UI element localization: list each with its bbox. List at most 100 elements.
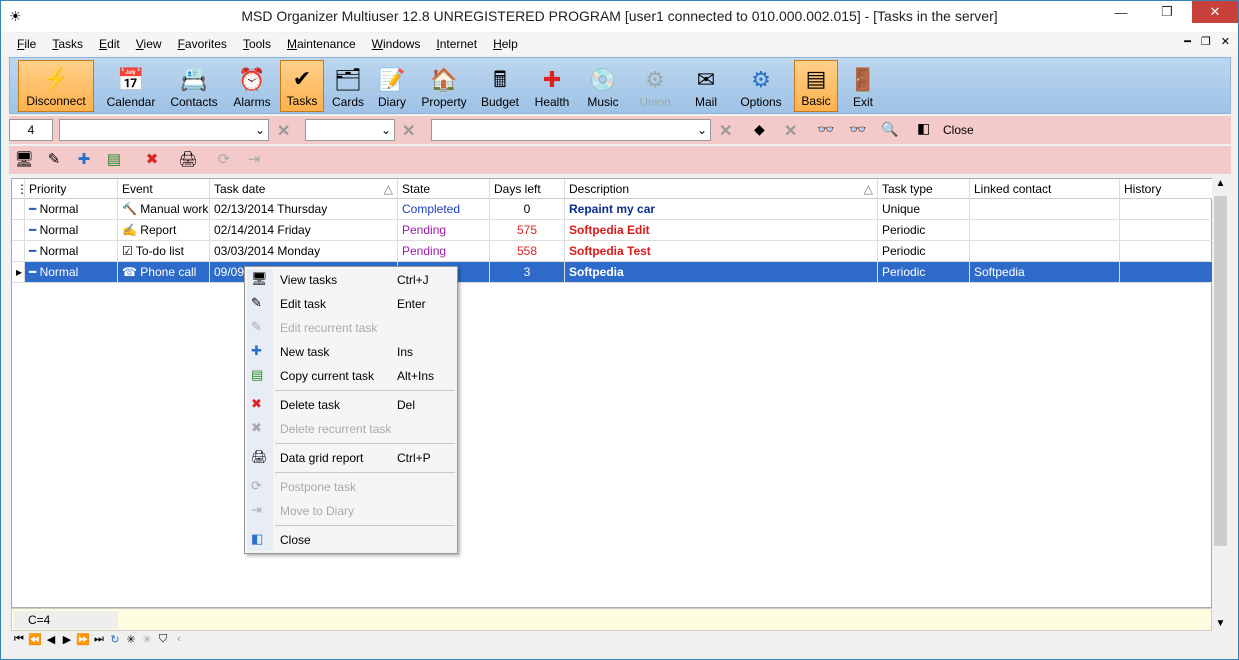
- toolbar-tasks[interactable]: ✔ Tasks: [280, 60, 324, 112]
- menu-item-copy-current-task[interactable]: ▤ Copy current task Alt+Ins: [247, 364, 455, 388]
- menu-item-move-to-diary[interactable]: ⇥ Move to Diary: [247, 499, 455, 523]
- description-cell: Softpedia Test: [565, 241, 878, 262]
- menu-item-close[interactable]: ◧ Close: [247, 528, 455, 552]
- menu-internet[interactable]: Internet: [428, 37, 485, 51]
- maximize-button[interactable]: ❐: [1144, 1, 1190, 23]
- menu-item-view-tasks[interactable]: 🖥 View tasks Ctrl+J: [247, 268, 455, 292]
- minimize-button[interactable]: —: [1098, 1, 1144, 23]
- event-cell: 🔨 Manual work: [118, 199, 210, 220]
- mdi-restore-icon[interactable]: ❐: [1201, 35, 1211, 48]
- column-header-task-date[interactable]: Task date △: [210, 179, 398, 199]
- toolbar-union[interactable]: ⚙ Union: [632, 60, 678, 112]
- clear-filter-3-icon[interactable]: ✕: [719, 121, 732, 141]
- column-header-state[interactable]: State: [398, 179, 490, 199]
- menu-item-delete-task[interactable]: ✖ Delete task Del: [247, 393, 455, 417]
- toolbar-contacts[interactable]: 📇 Contacts: [165, 60, 223, 112]
- toolbar-basic[interactable]: ▤ Basic: [794, 60, 838, 112]
- filter-combo-2[interactable]: ⌄: [305, 119, 395, 141]
- toolbar-disconnect[interactable]: ⚡ Disconnect: [18, 60, 94, 112]
- chevron-down-icon: ⌄: [380, 123, 391, 137]
- mdi-close-icon[interactable]: ✕: [1221, 35, 1230, 48]
- toolbar-mail[interactable]: ✉ Mail: [686, 60, 726, 112]
- prior-record-icon[interactable]: ◀: [43, 633, 59, 651]
- edit-task-icon[interactable]: ✎: [43, 150, 65, 170]
- menu-tasks[interactable]: Tasks: [44, 37, 91, 51]
- toolbar-music[interactable]: 💿 Music: [580, 60, 626, 112]
- menu-file[interactable]: File: [9, 37, 44, 51]
- context-menu: 🖥 View tasks Ctrl+J ✎ Edit task Enter ✎ Edit …: [244, 266, 458, 554]
- menu-edit[interactable]: Edit: [91, 37, 128, 51]
- toolbar-diary[interactable]: 📝 Diary: [372, 60, 412, 112]
- close-window-button[interactable]: ✕: [1192, 1, 1238, 23]
- prior-page-icon[interactable]: ⏪: [27, 633, 43, 651]
- new-task-icon[interactable]: ✚: [73, 150, 95, 170]
- scroll-thumb[interactable]: [1214, 196, 1227, 546]
- next-page-icon[interactable]: ⏩: [75, 633, 91, 651]
- scroll-left-icon[interactable]: ‹: [171, 633, 187, 651]
- clear-all-icon[interactable]: ✕: [784, 121, 797, 141]
- view-tasks-icon[interactable]: 🖥: [13, 150, 35, 170]
- event-cell: ☎ Phone call: [118, 262, 210, 283]
- report-icon: ✍: [122, 223, 137, 237]
- next-record-icon[interactable]: ▶: [59, 633, 75, 651]
- menu-item-data-grid-report[interactable]: 🖨 Data grid report Ctrl+P: [247, 446, 455, 470]
- first-record-icon[interactable]: ⏮: [11, 633, 27, 651]
- column-header-linked-contact[interactable]: Linked contact: [970, 179, 1120, 199]
- column-header-description[interactable]: Description △: [565, 179, 878, 199]
- filter-combo-1[interactable]: ⌄: [59, 119, 269, 141]
- menu-maintenance[interactable]: Maintenance: [279, 37, 364, 51]
- table-row-selected[interactable]: ▸ ━ Normal ☎ Phone call 09/09/ 3 Softped…: [12, 262, 1213, 283]
- toolbar-budget[interactable]: 🖩 Budget: [476, 60, 524, 112]
- toolbar-exit[interactable]: 🚪 Exit: [846, 60, 880, 112]
- printer-icon[interactable]: 🖨: [177, 150, 199, 170]
- column-header-priority[interactable]: Priority: [25, 179, 118, 199]
- toolbar-alarms[interactable]: ⏰ Alarms: [228, 60, 276, 112]
- insert-record-icon[interactable]: ✳: [123, 633, 139, 651]
- search-icon[interactable]: 🔍: [881, 121, 898, 138]
- binoculars-disabled-icon[interactable]: 👓: [849, 121, 866, 138]
- menu-item-delete-recurrent-task[interactable]: ✖ Delete recurrent task: [247, 417, 455, 441]
- linked-contact-cell: [970, 220, 1120, 241]
- column-header-history[interactable]: History: [1120, 179, 1213, 199]
- copy-task-icon[interactable]: ▤: [103, 150, 125, 170]
- toolbar-options[interactable]: ⚙ Options: [734, 60, 788, 112]
- column-header-event[interactable]: Event: [118, 179, 210, 199]
- clear-filter-2-icon[interactable]: ✕: [402, 121, 415, 141]
- scroll-up-icon[interactable]: ▲: [1212, 178, 1229, 189]
- column-header-task-type[interactable]: Task type: [878, 179, 970, 199]
- record-count-field[interactable]: 4: [9, 119, 53, 141]
- toolbar-health[interactable]: ✚ Health: [528, 60, 576, 112]
- add-record-icon[interactable]: ✳: [139, 633, 155, 651]
- scroll-down-icon[interactable]: ▼: [1212, 618, 1229, 629]
- menu-item-edit-recurrent-task[interactable]: ✎ Edit recurrent task: [247, 316, 455, 340]
- table-row[interactable]: ━ Normal 🔨 Manual work 02/13/2014 Thursd…: [12, 199, 1213, 220]
- last-record-icon[interactable]: ⏭: [91, 633, 107, 651]
- menu-item-postpone-task[interactable]: ⟳ Postpone task: [247, 475, 455, 499]
- menu-tools[interactable]: Tools: [235, 37, 279, 51]
- table-row[interactable]: ━ Normal ✍ Report 02/14/2014 Friday Pend…: [12, 220, 1213, 241]
- menu-favorites[interactable]: Favorites: [170, 37, 235, 51]
- menu-help[interactable]: Help: [485, 37, 526, 51]
- close-label[interactable]: Close: [943, 123, 974, 137]
- table-row[interactable]: ━ Normal ☑ To-do list 03/03/2014 Monday …: [12, 241, 1213, 262]
- refresh-icon[interactable]: ↻: [107, 633, 123, 651]
- clear-filter-1-icon[interactable]: ✕: [277, 121, 290, 141]
- vertical-scrollbar[interactable]: ▲ ▼: [1212, 178, 1229, 631]
- toolbar-property[interactable]: 🏠 Property: [416, 60, 472, 112]
- menu-item-new-task[interactable]: ✚ New task Ins: [247, 340, 455, 364]
- toolbar-calendar[interactable]: 📅 Calendar: [102, 60, 160, 112]
- menu-windows[interactable]: Windows: [364, 37, 429, 51]
- mdi-minimize-icon[interactable]: ━: [1184, 35, 1191, 48]
- postpone-icon[interactable]: ⟳: [213, 150, 235, 170]
- move-to-diary-icon[interactable]: ⇥: [243, 150, 265, 170]
- toolbar-cards[interactable]: 🗂 Cards: [328, 60, 368, 112]
- binoculars-icon[interactable]: 👓: [817, 121, 834, 138]
- filter-icon[interactable]: ⛉: [155, 633, 171, 651]
- close-panel-icon[interactable]: ◧: [917, 120, 930, 137]
- filter-combo-3[interactable]: ⌄: [431, 119, 711, 141]
- eraser-icon[interactable]: ◆: [754, 121, 765, 138]
- column-header-days-left[interactable]: Days left: [490, 179, 565, 199]
- delete-task-icon[interactable]: ✖: [141, 150, 163, 170]
- menu-item-edit-task[interactable]: ✎ Edit task Enter: [247, 292, 455, 316]
- menu-view[interactable]: View: [128, 37, 170, 51]
